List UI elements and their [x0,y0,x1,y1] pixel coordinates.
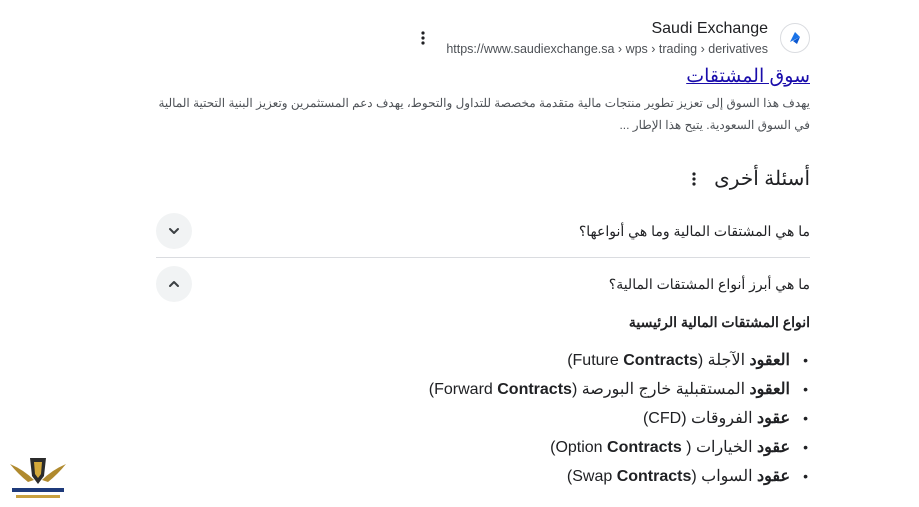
answer-heading: انواع المشتقات المالية الرئيسية [628,314,810,330]
site-info: Saudi Exchange https://www.saudiexchange… [446,18,768,58]
saudi-exchange-logo-icon [780,23,810,53]
result-title-link[interactable]: سوق المشتقات [156,64,810,90]
paa-heading: أسئلة أخرى [714,168,810,190]
list-item: عقود السواب (Swap Contracts) [156,462,810,491]
list-item: العقود الآجلة (Future Contracts) [156,346,810,375]
answer-list: العقود الآجلة (Future Contracts) العقود … [156,346,810,491]
forum-watermark-logo [6,452,70,502]
site-name: Saudi Exchange [651,20,768,37]
list-item: عقود الفروقات (CFD) [156,404,810,433]
search-result: Saudi Exchange https://www.saudiexchange… [156,18,810,136]
paa-question-text: ما هي المشتقات المالية وما هي أنواعها؟ [578,222,810,239]
list-item: عقود الخيارات ( Option Contracts) [156,433,810,462]
people-also-ask-header: أسئلة أخرى [156,166,810,191]
site-url: https://www.saudiexchange.sa › wps › tra… [446,42,768,56]
site-url-row: https://www.saudiexchange.sa › wps › tra… [446,40,768,58]
more-vert-icon[interactable] [692,171,696,186]
paa-question-2[interactable]: ما هي أبرز أنواع المشتقات المالية؟ [156,258,810,310]
chevron-down-icon[interactable] [156,213,192,249]
more-vert-icon[interactable] [416,29,430,47]
site-row[interactable]: Saudi Exchange https://www.saudiexchange… [156,18,810,58]
paa-question-text: ما هي أبرز أنواع المشتقات المالية؟ [608,275,810,292]
chevron-up-icon[interactable] [156,266,192,302]
paa-question-1[interactable]: ما هي المشتقات المالية وما هي أنواعها؟ [156,205,810,257]
result-snippet: يهدف هذا السوق إلى تعزيز تطوير منتجات ما… [158,96,810,132]
list-item: العقود المستقبلية خارج البورصة (Forward … [156,375,810,404]
paa-answer: انواع المشتقات المالية الرئيسية العقود ا… [156,310,810,491]
